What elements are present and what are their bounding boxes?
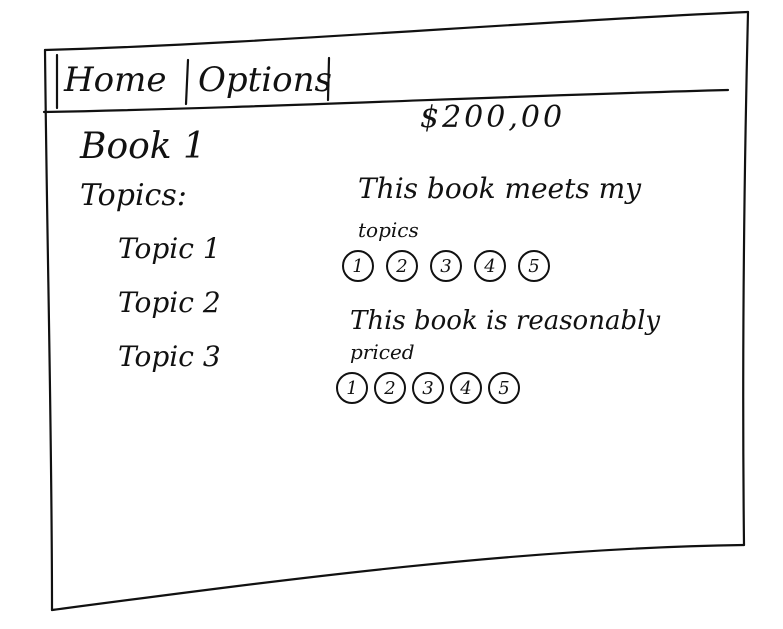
price-rating-group: 1 2 3 4 5 bbox=[336, 372, 526, 404]
price-rating-1[interactable]: 1 bbox=[336, 372, 368, 404]
price-rating-3[interactable]: 3 bbox=[412, 372, 444, 404]
topics-rating-3[interactable]: 3 bbox=[430, 250, 462, 282]
price-rating-2[interactable]: 2 bbox=[374, 372, 406, 404]
topic-item: Topic 2 bbox=[118, 286, 221, 319]
book-price: $200,00 bbox=[420, 100, 566, 135]
topics-rating-4[interactable]: 4 bbox=[474, 250, 506, 282]
question-price-line2: priced bbox=[350, 340, 415, 364]
topics-rating-1[interactable]: 1 bbox=[342, 250, 374, 282]
price-rating-4[interactable]: 4 bbox=[450, 372, 482, 404]
nav-options-tab[interactable]: Options bbox=[198, 60, 332, 100]
price-rating-5[interactable]: 5 bbox=[488, 372, 520, 404]
topic-item: Topic 3 bbox=[118, 340, 221, 373]
question-topics-line2: topics bbox=[358, 218, 419, 242]
question-price-line1: This book is reasonably bbox=[350, 306, 661, 336]
topics-rating-2[interactable]: 2 bbox=[386, 250, 418, 282]
nav-home-tab[interactable]: Home bbox=[64, 60, 166, 100]
topic-item: Topic 1 bbox=[118, 232, 221, 265]
question-topics-line1: This book meets my bbox=[358, 172, 642, 205]
book-title: Book 1 bbox=[80, 126, 206, 167]
topics-rating-group: 1 2 3 4 5 bbox=[342, 250, 562, 282]
topics-label: Topics: bbox=[80, 178, 187, 213]
topics-rating-5[interactable]: 5 bbox=[518, 250, 550, 282]
